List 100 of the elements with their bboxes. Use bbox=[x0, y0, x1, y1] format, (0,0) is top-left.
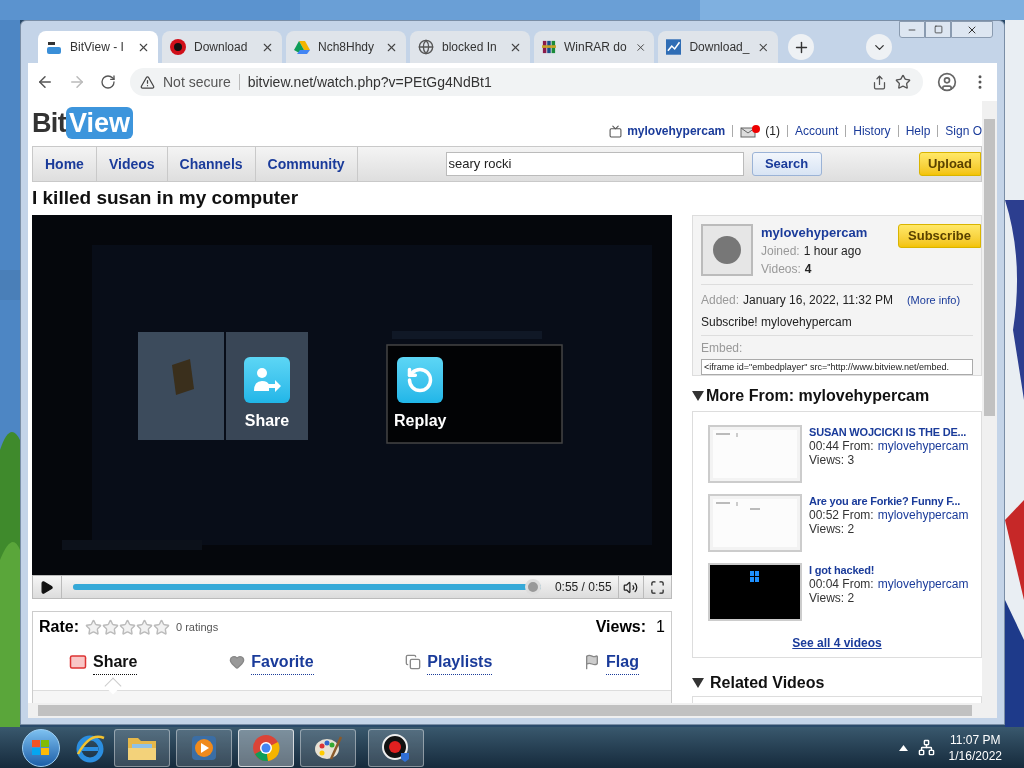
rating-star[interactable] bbox=[136, 618, 153, 636]
video-title: I killed susan in my computer bbox=[32, 186, 299, 211]
ratings-count: 0 ratings bbox=[176, 619, 219, 635]
added-date: January 16, 2022, 11:32 PM bbox=[743, 292, 893, 310]
video-link[interactable]: Are you are Forkie? Funny F... bbox=[809, 494, 969, 508]
show-hidden-icons[interactable] bbox=[898, 744, 908, 751]
joined-value: 1 hour ago bbox=[803, 243, 862, 260]
video-views: Views: 2 bbox=[809, 522, 856, 536]
more-info-link[interactable]: (More info) bbox=[906, 292, 961, 309]
overlay-label[interactable]: Replay bbox=[394, 409, 447, 433]
embed-code-field[interactable]: <iframe id="embedplayer" src="http://www.bitview.net/embed. bbox=[701, 359, 973, 375]
overlay-label[interactable]: Share bbox=[244, 409, 290, 433]
tab-title: Download_ bbox=[689, 39, 750, 56]
action-link[interactable]: Flag bbox=[606, 649, 639, 675]
video-link[interactable]: SUSAN WOJCICKI IS THE DE... bbox=[809, 425, 969, 439]
see-all-link[interactable]: See all 4 videos bbox=[792, 634, 882, 652]
back-icon[interactable] bbox=[36, 73, 54, 91]
collapse-triangle-icon[interactable] bbox=[692, 391, 704, 401]
username-link[interactable]: mylovehypercam bbox=[627, 122, 726, 140]
rating-star[interactable] bbox=[85, 618, 102, 636]
pages-icon bbox=[405, 654, 422, 670]
rating-star[interactable] bbox=[119, 618, 136, 636]
clock-time[interactable]: 11:07 PM bbox=[950, 731, 1001, 748]
author-link[interactable]: mylovehypercam bbox=[877, 577, 969, 591]
share-icon[interactable] bbox=[872, 74, 887, 90]
reload-icon[interactable] bbox=[100, 74, 116, 90]
taskbar-app[interactable] bbox=[300, 728, 356, 767]
clock-date[interactable]: 1/16/2022 bbox=[948, 747, 1002, 764]
views-count: 1 bbox=[656, 617, 665, 637]
replay-icon bbox=[406, 366, 435, 394]
nav-link[interactable]: Videos bbox=[96, 147, 168, 181]
rating-star[interactable] bbox=[102, 618, 119, 636]
horizontal-scrollbar[interactable] bbox=[28, 703, 982, 718]
maximize-icon bbox=[933, 25, 943, 34]
mail-alert-icon bbox=[740, 124, 761, 138]
warning-icon bbox=[140, 74, 155, 90]
action-link[interactable]: Share bbox=[93, 649, 138, 675]
site-logo-icon bbox=[46, 39, 62, 55]
browser-tab[interactable]: Nch8Hhdy bbox=[286, 31, 406, 63]
chrome-logo-icon bbox=[251, 732, 281, 763]
taskbar-app[interactable] bbox=[368, 728, 424, 767]
rate-label: Rate: bbox=[39, 617, 79, 637]
videos-count: 4 bbox=[804, 261, 812, 278]
replay-button[interactable] bbox=[397, 357, 444, 403]
progress-thumb[interactable] bbox=[524, 579, 541, 595]
section-heading: Related Videos bbox=[710, 673, 825, 693]
upload-button[interactable]: Upload bbox=[919, 152, 981, 176]
chart-icon bbox=[666, 39, 682, 55]
browser-tab[interactable]: WinRAR do bbox=[534, 31, 654, 63]
search-button[interactable]: Search bbox=[751, 152, 822, 176]
header-link[interactable]: History bbox=[853, 122, 891, 140]
network-icon[interactable] bbox=[917, 739, 935, 756]
inbox-count[interactable]: (1) bbox=[765, 122, 780, 140]
progress-slider[interactable] bbox=[72, 579, 541, 595]
browser-tab[interactable]: Download_ bbox=[658, 31, 778, 63]
browser-tab[interactable]: BitView - I bbox=[38, 31, 158, 63]
search-field[interactable]: seary rocki bbox=[445, 152, 744, 176]
collapse-triangle-icon[interactable] bbox=[692, 678, 704, 688]
tab-title: WinRAR do bbox=[563, 39, 627, 56]
url-text: bitview.net/watch.php?v=PEtGg4NdBt1 bbox=[247, 72, 493, 92]
channel-name-link[interactable]: mylovehypercam bbox=[761, 224, 868, 242]
header-link[interactable]: Help bbox=[905, 122, 931, 140]
address-bar[interactable]: Not secure bitview.net/watch.php?v=PEtGg4NdBt1 bbox=[130, 68, 923, 96]
video-link[interactable]: I got hacked! bbox=[809, 563, 969, 577]
nav-link[interactable]: Channels bbox=[167, 147, 256, 181]
video-views: Views: 3 bbox=[809, 453, 856, 467]
action-link[interactable]: Favorite bbox=[251, 649, 314, 675]
video-meta: 00:44 From: bbox=[809, 439, 874, 453]
browser-tab[interactable]: blocked In bbox=[410, 31, 530, 63]
header-link[interactable]: Sign O bbox=[945, 122, 982, 140]
subscribe-button[interactable]: Subscribe bbox=[898, 224, 981, 248]
tab-title: BitView - I bbox=[70, 39, 125, 56]
views-label: Views: bbox=[595, 617, 647, 637]
action-link[interactable]: Playlists bbox=[427, 649, 493, 675]
tv-icon bbox=[609, 124, 623, 138]
share-button[interactable] bbox=[244, 357, 290, 403]
triangle-logo-icon bbox=[294, 39, 310, 55]
security-label: Not secure bbox=[163, 72, 231, 92]
rating-star[interactable] bbox=[153, 618, 170, 636]
vertical-scrollbar[interactable] bbox=[982, 101, 997, 718]
header-link[interactable]: Account bbox=[794, 122, 839, 140]
profile-icon[interactable] bbox=[937, 72, 957, 92]
author-link[interactable]: mylovehypercam bbox=[877, 508, 969, 522]
bookmark-star-icon[interactable] bbox=[895, 74, 911, 90]
time-display: 0:55 / 0:55 bbox=[554, 579, 612, 596]
play-icon bbox=[39, 579, 55, 595]
tab-title: Nch8Hhdy bbox=[318, 39, 376, 56]
nav-link[interactable]: Home bbox=[33, 147, 97, 181]
record-icon bbox=[170, 39, 186, 55]
start-button[interactable] bbox=[22, 728, 60, 767]
embed-label: Embed: bbox=[701, 340, 744, 358]
avatar bbox=[713, 236, 741, 264]
nav-link[interactable]: Community bbox=[255, 147, 358, 181]
new-tab-button[interactable] bbox=[788, 34, 814, 60]
video-meta: 00:04 From: bbox=[809, 577, 874, 591]
author-link[interactable]: mylovehypercam bbox=[877, 439, 969, 453]
globe-icon bbox=[418, 39, 434, 55]
flag-icon bbox=[584, 654, 601, 670]
taskbar-app[interactable] bbox=[114, 728, 170, 767]
browser-tab[interactable]: Download bbox=[162, 31, 282, 63]
